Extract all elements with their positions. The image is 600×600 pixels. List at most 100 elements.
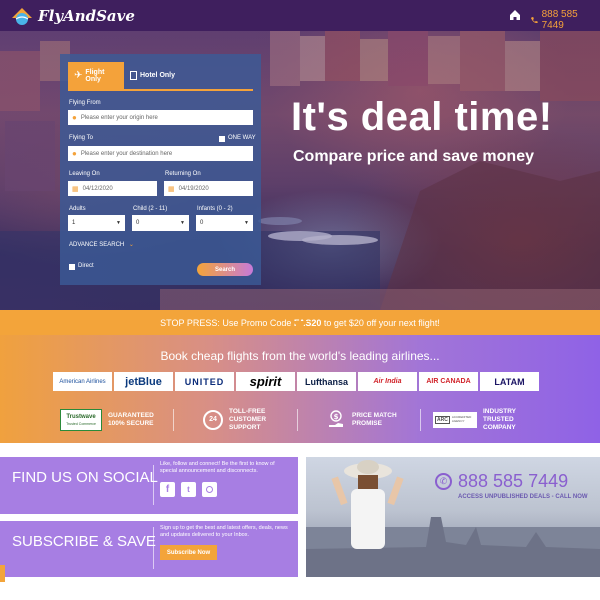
trust-price-match: $ PRICE MATCH PROMISE (326, 405, 397, 435)
child-select[interactable]: 0 ▼ (132, 215, 189, 231)
adults-select[interactable]: 1 ▼ (68, 215, 125, 231)
brand-logo[interactable]: FlyAndSave (10, 6, 135, 26)
phone-icon: ✆ (435, 473, 452, 490)
tab-flight-only[interactable]: ✈ Flight Only (68, 62, 124, 89)
airline-logo-american: American Airlines (53, 372, 112, 391)
advance-search-label: ADVANCE SEARCH (69, 242, 125, 248)
flying-to-input[interactable]: ● Please enter your destination here (68, 146, 253, 161)
trust-badges: Trustwave Trusted Commerce GUARANTEED 10… (60, 405, 580, 435)
flying-from-label: Flying From (69, 100, 101, 106)
call-tagline: ACCESS UNPUBLISHED DEALS - CALL NOW (458, 494, 588, 500)
section-spacer (0, 443, 600, 457)
location-pin-icon: ● (72, 149, 77, 158)
one-way-checkbox[interactable] (219, 136, 225, 142)
tab-flight-label: Flight Only (85, 68, 105, 83)
search-tabs: ✈ Flight Only Hotel Only (68, 62, 184, 89)
child-value: 0 (136, 220, 140, 226)
trust-divider (173, 409, 174, 431)
airplane-icon: ✈ (74, 70, 83, 81)
returning-on-label: Returning On (165, 171, 201, 177)
social-section: FIND US ON SOCIAL Like, follow and conne… (0, 457, 298, 514)
infants-value: 0 (200, 220, 204, 226)
social-title: FIND US ON SOCIAL (12, 469, 158, 486)
adults-value: 1 (72, 220, 76, 226)
hero-title: It's deal time! (291, 95, 553, 139)
arc-badge: ARC ACCREDITED AGENCY (433, 412, 477, 428)
logo-globe-icon (12, 7, 32, 25)
chevron-down-icon: ▼ (244, 220, 249, 226)
side-accent (0, 565, 5, 582)
trustwave-name: Trustwave (66, 414, 96, 421)
hero-subtitle: Compare price and save money (293, 148, 534, 165)
call-phone-number: 888 585 7449 (458, 471, 569, 491)
chevron-down-icon: ▼ (180, 220, 185, 226)
price-match-text: PRICE MATCH PROMISE (352, 412, 397, 427)
call-phone[interactable]: ✆ 888 585 7449 (435, 471, 568, 492)
trustwave-sub: Trusted Commerce (66, 421, 96, 426)
flying-from-input[interactable]: ● Please enter your origin here (68, 110, 253, 125)
header-phone[interactable]: 888 585 7449 (530, 9, 600, 31)
facebook-icon[interactable]: f (160, 482, 175, 497)
one-way-label: ONE WAY (228, 135, 256, 141)
phone-icon (530, 16, 538, 23)
subscribe-divider (153, 527, 154, 569)
home-icon[interactable] (508, 8, 522, 22)
leaving-date-value: 04/12/2020 (82, 185, 113, 192)
adults-label: Adults (69, 206, 86, 212)
promo-pointer (292, 321, 308, 329)
svg-text:$: $ (334, 413, 339, 421)
trust-divider (420, 409, 421, 431)
instagram-icon[interactable] (202, 482, 217, 497)
guaranteed-secure-text: GUARANTEED 100% SECURE (108, 412, 154, 427)
location-pin-icon: ● (72, 113, 77, 122)
airline-logos: American Airlines jetBlue UNITED spirit … (53, 372, 539, 391)
tab-underline (68, 89, 253, 91)
leaving-date-input[interactable]: ▦ 04/12/2020 (68, 181, 157, 196)
tab-hotel-only[interactable]: Hotel Only (124, 62, 184, 89)
flying-from-placeholder: Please enter your origin here (80, 114, 158, 121)
twitter-icon[interactable]: t (181, 482, 196, 497)
airlines-heading: Book cheap flights from the world's lead… (160, 349, 440, 363)
airline-logo-aircanada: AIR CANADA (419, 372, 478, 391)
promo-suffix: to get $20 off your next flight! (321, 317, 440, 328)
airline-logo-united: UNITED (175, 372, 234, 391)
promo-prefix: STOP PRESS: Use Promo Code (160, 317, 294, 328)
calendar-icon: ▦ (168, 185, 175, 193)
arc-badge-sub: ACCREDITED AGENCY (451, 415, 472, 423)
infants-select[interactable]: 0 ▼ (196, 215, 253, 231)
advance-search-toggle[interactable]: ADVANCE SEARCH ⌄ (69, 241, 134, 248)
social-divider (153, 465, 154, 505)
flying-to-placeholder: Please enter your destination here (80, 150, 173, 157)
infants-label: Infants (0 - 2) (197, 206, 233, 212)
flight-search-form: ✈ Flight Only Hotel Only Flying From ● P… (60, 54, 261, 285)
child-label: Child (2 - 11) (133, 206, 168, 212)
industry-trusted-text: INDUSTRY TRUSTED COMPANY (483, 408, 516, 431)
airline-logo-latam: LATAM (480, 372, 539, 391)
direct-label: Direct (78, 263, 94, 269)
trustwave-badge: Trustwave Trusted Commerce (60, 409, 102, 431)
trust-arc: ARC ACCREDITED AGENCY INDUSTRY TRUSTED C… (433, 405, 523, 435)
brand-name: FlyAndSave (38, 6, 135, 25)
returning-date-input[interactable]: ▦ 04/19/2020 (164, 181, 253, 196)
header-phone-number: 888 585 7449 (541, 9, 578, 31)
chevron-down-icon: ⌄ (128, 242, 134, 248)
subscribe-text: Sign up to get the best and latest offer… (160, 525, 288, 539)
airline-logo-jetblue: jetBlue (114, 372, 173, 391)
subscribe-now-button[interactable]: Subscribe Now (160, 545, 217, 560)
trust-secure: Trustwave Trusted Commerce GUARANTEED 10… (60, 405, 158, 435)
returning-date-value: 04/19/2020 (178, 185, 209, 192)
leaving-on-label: Leaving On (69, 171, 100, 177)
airline-logo-spirit: spirit (236, 372, 295, 391)
calendar-icon: ▦ (72, 185, 79, 193)
arc-badge-text: ARC (435, 416, 450, 424)
subscribe-section: SUBSCRIBE & SAVE Sign up to get the best… (0, 521, 298, 577)
airlines-section: Book cheap flights from the world's lead… (0, 335, 600, 443)
search-button[interactable]: Search (197, 263, 253, 276)
trust-support: 24 TOLL-FREE CUSTOMER SUPPORT (203, 405, 274, 435)
trust-divider (297, 409, 298, 431)
chevron-down-icon: ▼ (116, 220, 121, 226)
social-text: Like, follow and connect! Be the first t… (160, 461, 275, 475)
price-match-icon: $ (326, 410, 346, 430)
support-24-icon: 24 (203, 410, 223, 430)
direct-checkbox[interactable] (69, 264, 75, 270)
